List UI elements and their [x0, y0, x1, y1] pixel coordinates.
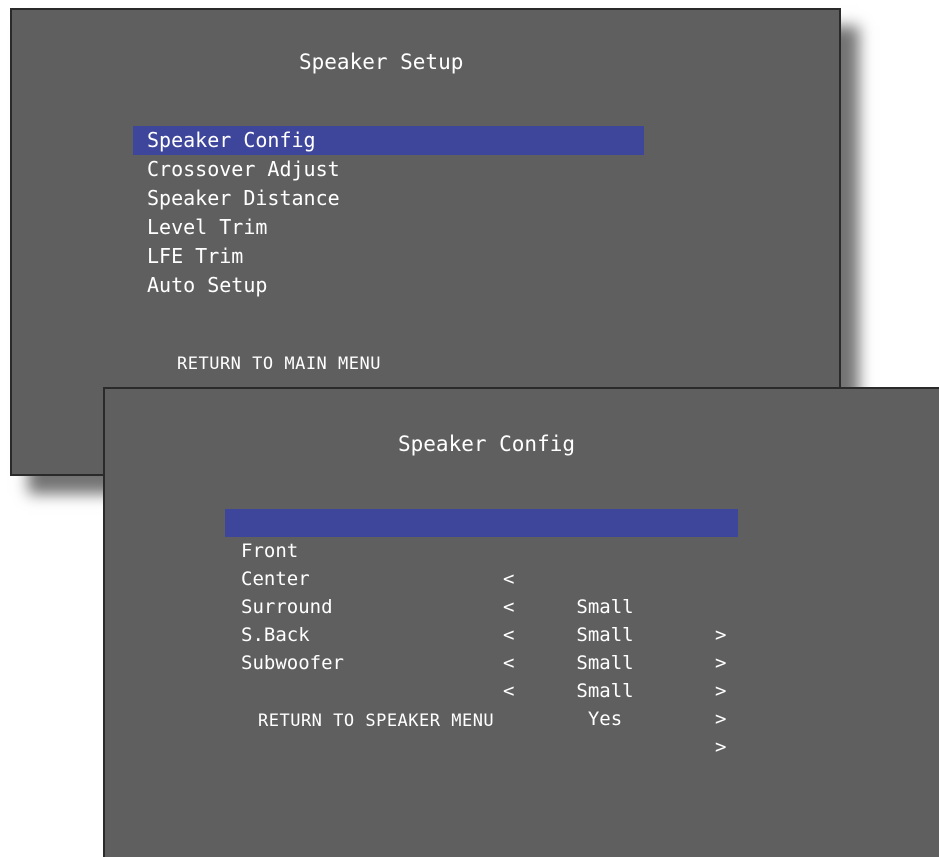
- speaker-config-title: Speaker Config: [398, 432, 576, 456]
- arrow-right-icon[interactable]: >: [715, 649, 726, 677]
- menu-item-crossover-adjust[interactable]: Crossover Adjust: [133, 155, 644, 184]
- config-value: Small: [576, 652, 634, 674]
- speaker-config-list: Front < Small > Center < Small > Surroun…: [225, 509, 738, 758]
- config-label: Subwoofer: [241, 652, 344, 674]
- speaker-setup-menu: Speaker Config Crossover Adjust Speaker …: [133, 126, 644, 300]
- return-to-main-menu-button[interactable]: RETURN TO MAIN MENU: [177, 354, 381, 374]
- menu-item-lfe-trim[interactable]: LFE Trim: [133, 242, 644, 271]
- return-to-speaker-menu-button[interactable]: RETURN TO SPEAKER MENU: [258, 711, 494, 731]
- config-row-s-back[interactable]: S.Back < Small >: [225, 593, 738, 730]
- config-row-surround[interactable]: Surround < Small >: [225, 565, 738, 702]
- arrow-right-icon[interactable]: >: [715, 733, 726, 761]
- config-row-front[interactable]: Front < Small >: [225, 509, 738, 646]
- menu-item-auto-setup[interactable]: Auto Setup: [133, 271, 644, 300]
- menu-item-level-trim[interactable]: Level Trim: [133, 213, 644, 242]
- arrow-left-icon[interactable]: <: [503, 649, 514, 677]
- arrow-right-icon[interactable]: >: [715, 705, 726, 733]
- config-row-subwoofer[interactable]: Subwoofer < Yes >: [225, 621, 738, 758]
- arrow-left-icon[interactable]: <: [503, 677, 514, 705]
- config-value: Small: [576, 680, 634, 702]
- config-value: Yes: [587, 708, 623, 730]
- config-row-center[interactable]: Center < Small >: [225, 537, 738, 674]
- arrow-right-icon[interactable]: >: [715, 677, 726, 705]
- speaker-config-panel: Speaker Config Front < Small > Center < …: [103, 387, 939, 857]
- menu-item-speaker-distance[interactable]: Speaker Distance: [133, 184, 644, 213]
- speaker-setup-title: Speaker Setup: [299, 50, 464, 74]
- menu-item-speaker-config[interactable]: Speaker Config: [133, 126, 644, 155]
